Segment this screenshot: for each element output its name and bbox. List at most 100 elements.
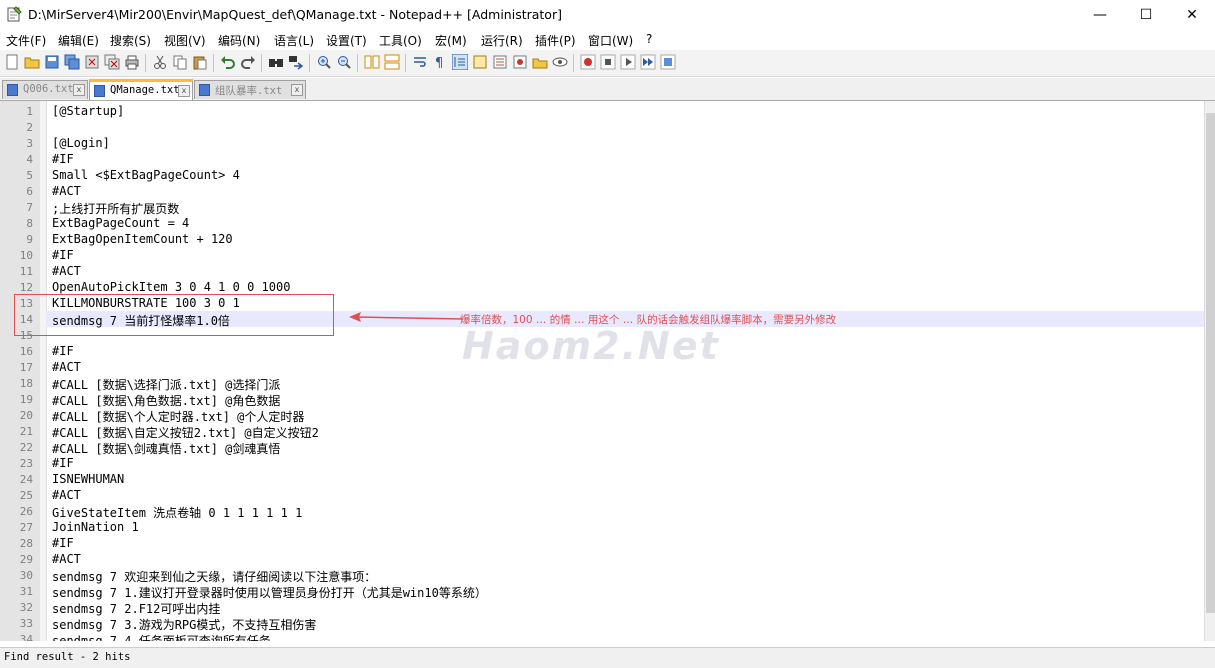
indent-guide-icon[interactable] bbox=[452, 54, 468, 70]
save-icon[interactable] bbox=[44, 54, 60, 70]
menu-bar: 文件(F) 编辑(E) 搜索(S) 视图(V) 编码(N) 语言(L) 设置(T… bbox=[0, 30, 1215, 50]
code-line[interactable]: 7 ;上线打开所有扩展页数 bbox=[0, 199, 1215, 216]
code-line[interactable]: 10 #IF bbox=[0, 247, 1215, 263]
code-line[interactable]: 23 #IF bbox=[0, 455, 1215, 471]
file-browser-icon[interactable] bbox=[532, 54, 548, 70]
save-macro-icon[interactable] bbox=[660, 54, 676, 70]
menu-plugins[interactable]: 插件(P) bbox=[535, 32, 576, 49]
close-button[interactable]: ✕ bbox=[1169, 0, 1215, 30]
menu-language[interactable]: 语言(L) bbox=[274, 32, 314, 49]
undo-icon[interactable] bbox=[220, 54, 236, 70]
menu-search[interactable]: 搜索(S) bbox=[110, 32, 151, 49]
line-number: 25 bbox=[19, 489, 33, 502]
tab-team-droprate[interactable]: 组队暴率.txt x bbox=[194, 80, 306, 99]
sync-horizontal-icon[interactable] bbox=[384, 54, 400, 70]
tab-close-icon[interactable]: x bbox=[178, 85, 190, 97]
editor-area[interactable]: 1 [@Startup] 2 3 [@Login] 4 #IF 5 Small <$ExtBag… bbox=[0, 101, 1215, 641]
code-line[interactable]: 9 ExtBagOpenItemCount + 120 bbox=[0, 231, 1215, 247]
tab-q006[interactable]: Q006.txt x bbox=[2, 80, 88, 99]
folder-workspace-icon[interactable] bbox=[512, 54, 528, 70]
scrollbar-thumb[interactable] bbox=[1206, 113, 1215, 613]
file-icon bbox=[199, 84, 210, 96]
watermark: Haom2.Net bbox=[462, 324, 720, 368]
code-line[interactable]: 1 [@Startup] bbox=[0, 103, 1215, 119]
code-line[interactable]: 26 GiveStateItem 洗点卷轴 0 1 1 1 1 1 1 bbox=[0, 503, 1215, 520]
window-title: D:\MirServer4\Mir200\Envir\MapQuest_def\… bbox=[28, 7, 562, 22]
code-text: sendmsg 7 4.任务面板可查询所有任务 bbox=[52, 634, 271, 641]
sync-vertical-icon[interactable] bbox=[364, 54, 380, 70]
zoom-in-icon[interactable] bbox=[316, 54, 332, 70]
menu-run[interactable]: 运行(R) bbox=[481, 32, 523, 49]
code-line[interactable]: 2 bbox=[0, 119, 1215, 135]
code-line[interactable]: 24 ISNEWHUMAN bbox=[0, 471, 1215, 487]
stop-macro-icon[interactable] bbox=[600, 54, 616, 70]
code-line[interactable]: 30 sendmsg 7 欢迎来到仙之天缘，请仔细阅读以下注意事项： bbox=[0, 567, 1215, 584]
cut-icon[interactable] bbox=[152, 54, 168, 70]
code-line[interactable]: 28 #IF bbox=[0, 535, 1215, 551]
minimize-button[interactable]: — bbox=[1077, 0, 1123, 30]
code-line[interactable]: 29 #ACT bbox=[0, 551, 1215, 567]
play-macro-icon[interactable] bbox=[620, 54, 636, 70]
code-line[interactable]: 3 [@Login] bbox=[0, 135, 1215, 151]
code-line[interactable]: 34 sendmsg 7 4.任务面板可查询所有任务 bbox=[0, 631, 1215, 641]
tab-close-icon[interactable]: x bbox=[291, 84, 303, 96]
zoom-out-icon[interactable] bbox=[336, 54, 352, 70]
code-line[interactable]: 20 #CALL [数据\个人定时器.txt] @个人定时器 bbox=[0, 407, 1215, 424]
code-line[interactable]: 4 #IF bbox=[0, 151, 1215, 167]
code-line[interactable]: 33 sendmsg 7 3.游戏为RPG模式，不支持互相伤害 bbox=[0, 615, 1215, 632]
monitoring-icon[interactable] bbox=[552, 54, 568, 70]
record-macro-icon[interactable] bbox=[580, 54, 596, 70]
replace-icon[interactable] bbox=[288, 54, 304, 70]
show-all-chars-icon[interactable]: ¶ bbox=[432, 54, 448, 70]
new-file-icon[interactable] bbox=[4, 54, 20, 70]
close-all-icon[interactable] bbox=[104, 54, 120, 70]
save-all-icon[interactable] bbox=[64, 54, 80, 70]
tab-label: QManage.txt bbox=[110, 84, 180, 96]
menu-macro[interactable]: 宏(M) bbox=[435, 32, 467, 49]
code-text: #ACT bbox=[52, 488, 81, 502]
code-line[interactable]: 31 sendmsg 7 1.建议打开登录器时使用以管理员身份打开（尤其是win1… bbox=[0, 583, 1215, 600]
doc-map-icon[interactable] bbox=[472, 54, 488, 70]
menu-encoding[interactable]: 编码(N) bbox=[218, 32, 260, 49]
menu-edit[interactable]: 编辑(E) bbox=[58, 32, 99, 49]
code-line[interactable]: 11 #ACT bbox=[0, 263, 1215, 279]
code-line[interactable]: 6 #ACT bbox=[0, 183, 1215, 199]
notepad-plus-plus-icon bbox=[7, 6, 22, 22]
find-icon[interactable] bbox=[268, 54, 284, 70]
word-wrap-icon[interactable] bbox=[412, 54, 428, 70]
menu-help[interactable]: ? bbox=[646, 32, 652, 46]
code-line[interactable]: 8 ExtBagPageCount = 4 bbox=[0, 215, 1215, 231]
close-file-icon[interactable] bbox=[84, 54, 100, 70]
code-line[interactable]: 32 sendmsg 7 2.F12可呼出内挂 bbox=[0, 599, 1215, 616]
code-line[interactable]: 25 #ACT bbox=[0, 487, 1215, 503]
code-line[interactable]: 19 #CALL [数据\角色数据.txt] @角色数据 bbox=[0, 391, 1215, 408]
code-line[interactable]: 22 #CALL [数据\剑魂真悟.txt] @剑魂真悟 bbox=[0, 439, 1215, 456]
redo-icon[interactable] bbox=[240, 54, 256, 70]
function-list-icon[interactable] bbox=[492, 54, 508, 70]
print-icon[interactable] bbox=[124, 54, 140, 70]
maximize-button[interactable]: ☐ bbox=[1123, 0, 1169, 30]
code-line[interactable]: 18 #CALL [数据\选择门派.txt] @选择门派 bbox=[0, 375, 1215, 392]
tab-qmanage[interactable]: QManage.txt x bbox=[89, 79, 193, 100]
menu-view[interactable]: 视图(V) bbox=[164, 32, 206, 49]
code-line[interactable]: 21 #CALL [数据\自定义按钮2.txt] @自定义按钮2 bbox=[0, 423, 1215, 440]
open-file-icon[interactable] bbox=[24, 54, 40, 70]
menu-file[interactable]: 文件(F) bbox=[6, 32, 46, 49]
menu-tools[interactable]: 工具(O) bbox=[379, 32, 422, 49]
run-macro-multiple-icon[interactable] bbox=[640, 54, 656, 70]
menu-settings[interactable]: 设置(T) bbox=[326, 32, 367, 49]
menu-window[interactable]: 窗口(W) bbox=[588, 32, 633, 49]
code-text: #IF bbox=[52, 536, 74, 550]
copy-icon[interactable] bbox=[172, 54, 188, 70]
code-line[interactable]: 12 OpenAutoPickItem 3 0 4 1 0 0 1000 bbox=[0, 279, 1215, 295]
code-line[interactable]: 27 JoinNation 1 bbox=[0, 519, 1215, 535]
paste-icon[interactable] bbox=[192, 54, 208, 70]
line-number: 24 bbox=[19, 473, 33, 486]
tab-close-icon[interactable]: x bbox=[73, 84, 85, 96]
vertical-scrollbar[interactable] bbox=[1204, 101, 1215, 641]
line-number: 4 bbox=[26, 153, 33, 166]
find-result-text: Find result - 2 hits bbox=[4, 651, 131, 663]
line-number: 3 bbox=[26, 137, 33, 150]
code-line[interactable]: 5 Small <$ExtBagPageCount> 4 bbox=[0, 167, 1215, 183]
code-text: [@Login] bbox=[52, 136, 110, 150]
